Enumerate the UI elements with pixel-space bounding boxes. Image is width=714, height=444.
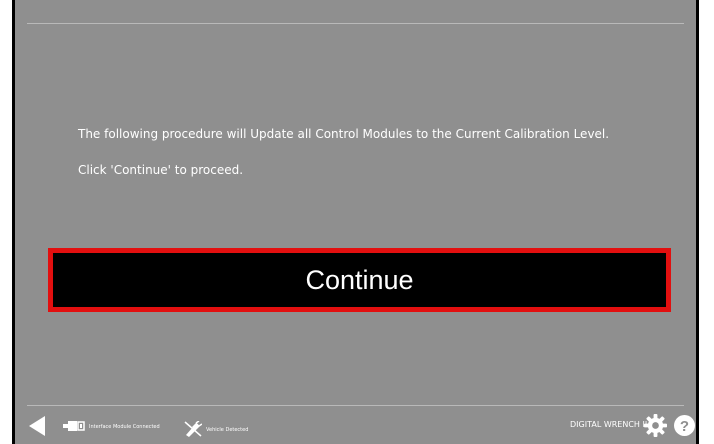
svg-text:?: ? bbox=[680, 418, 689, 435]
help-icon[interactable]: ? bbox=[674, 415, 695, 436]
app-window: The following procedure will Update all … bbox=[12, 0, 699, 444]
interface-status: Interface Module Connected bbox=[63, 421, 160, 433]
vehicle-status: Vehicle Detected bbox=[184, 420, 249, 439]
interface-module-icon bbox=[63, 421, 85, 433]
gear-icon[interactable] bbox=[644, 414, 667, 437]
proceed-instruction: Click 'Continue' to proceed. bbox=[78, 163, 244, 177]
brand-label: DIGITAL WRENCH II bbox=[570, 420, 648, 429]
continue-button[interactable]: Continue bbox=[48, 248, 671, 312]
interface-status-label: Interface Module Connected bbox=[89, 424, 160, 430]
status-bar: Interface Module Connected Vehicle Detec… bbox=[15, 406, 696, 444]
back-arrow-icon[interactable] bbox=[29, 416, 45, 436]
procedure-message: The following procedure will Update all … bbox=[78, 127, 610, 141]
continue-button-label: Continue bbox=[305, 264, 414, 295]
vehicle-plug-icon bbox=[184, 420, 203, 439]
top-divider bbox=[27, 23, 684, 24]
vehicle-status-label: Vehicle Detected bbox=[206, 427, 249, 433]
